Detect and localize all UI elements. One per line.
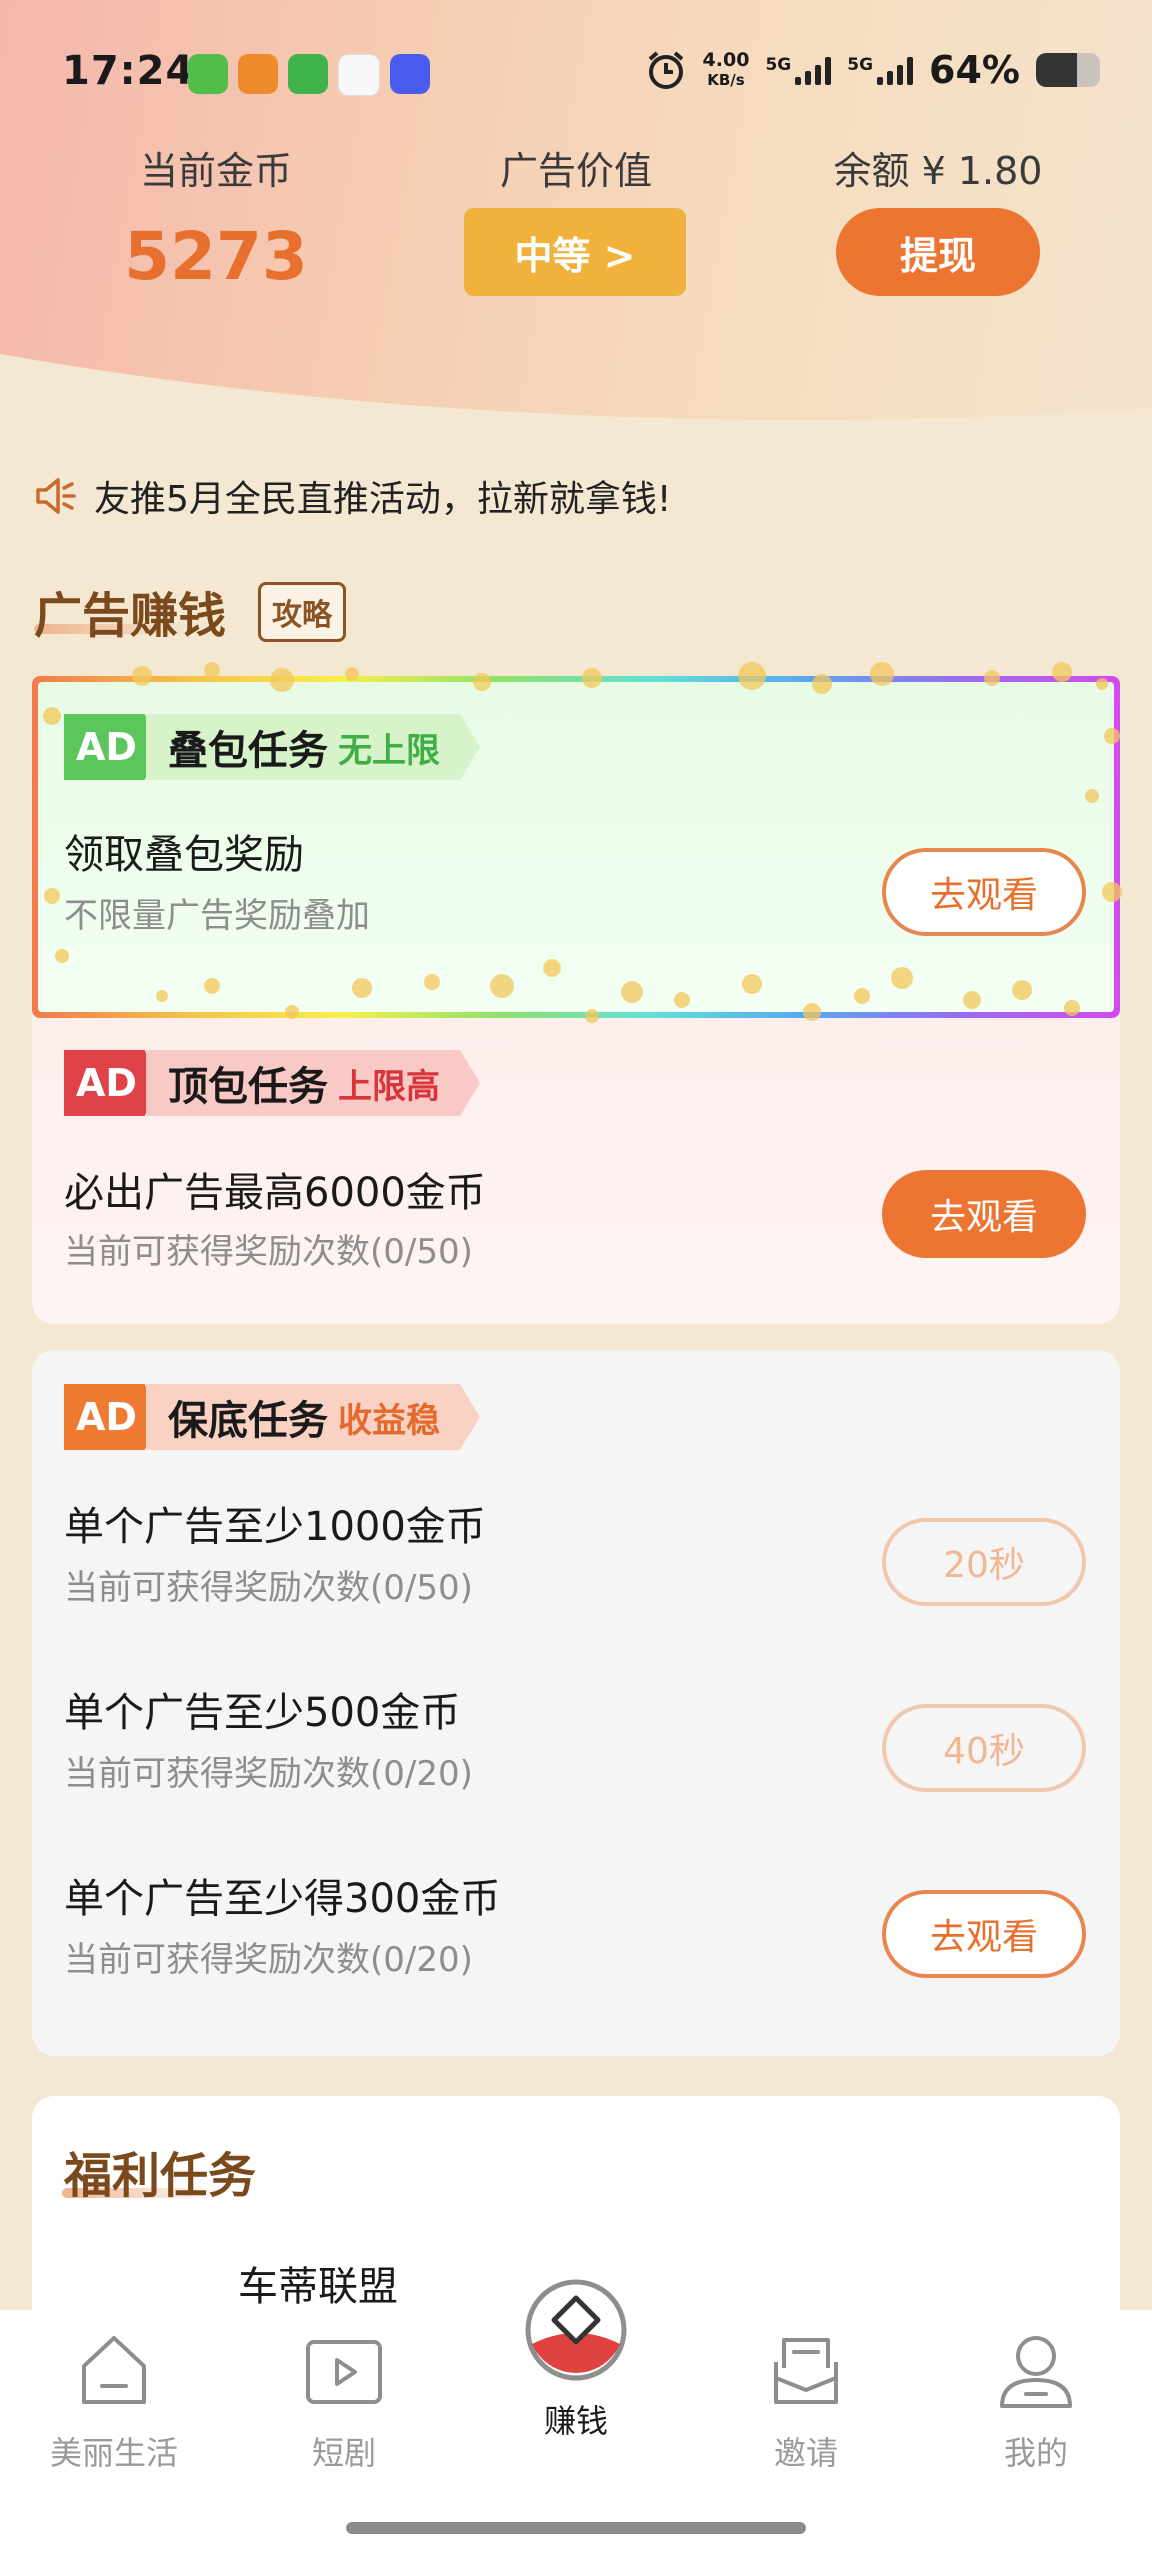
nav-label: 短剧 xyxy=(311,2434,376,2472)
base-task-name: 保底任务 xyxy=(168,1398,328,1444)
base-task-item-title: 单个广告至少500金币 xyxy=(64,1690,461,1736)
nav-label: 我的 xyxy=(1003,2434,1068,2472)
base-task-item-subtitle: 当前可获得奖励次数(0/50) xyxy=(64,1568,473,1608)
top-task-tag: AD 顶包任务 上限高 xyxy=(64,1050,480,1116)
base-task-band: 保底任务 收益稳 xyxy=(146,1384,480,1450)
welfare-section-title: 福利任务 xyxy=(64,2148,257,2204)
announcement-bar[interactable]: 友推5月全民直推活动，拉新就拿钱! xyxy=(34,470,671,522)
nav-item-earn[interactable]: 赚钱 xyxy=(486,2278,666,2442)
ad-chip: AD xyxy=(64,714,160,780)
signal-2: 5G xyxy=(847,55,914,85)
top-task-tag-label: 上限高 xyxy=(338,1066,440,1107)
play-icon xyxy=(306,2340,382,2404)
balance-label: 余额 ¥ 1.80 xyxy=(833,149,1043,193)
nav-item-home[interactable]: 美丽生活 xyxy=(24,2316,204,2474)
qq-icon xyxy=(338,54,380,96)
notification-app-icons xyxy=(188,54,430,96)
base-task-item-subtitle: 当前可获得奖励次数(0/20) xyxy=(64,1940,473,1980)
cleaner2-icon xyxy=(288,54,328,94)
stack-task-name: 叠包任务 xyxy=(168,728,328,774)
megaphone-icon xyxy=(36,478,76,514)
battery-percent: 64% xyxy=(929,48,1020,92)
signal-1: 5G xyxy=(765,55,832,85)
coins-label: 当前金币 xyxy=(139,149,292,193)
stack-task-subtitle: 不限量广告奖励叠加 xyxy=(64,896,370,936)
tips-badge[interactable]: 攻略 xyxy=(258,582,346,642)
base-task-tag: AD 保底任务 收益稳 xyxy=(64,1384,480,1450)
alarm-icon xyxy=(648,51,683,89)
stack-task-title: 领取叠包奖励 xyxy=(64,832,304,878)
profile-icon xyxy=(1000,2336,1072,2408)
base-task-watch-button[interactable]: 去观看 xyxy=(882,1890,1086,1978)
earn-icon xyxy=(525,2279,627,2381)
coins-value: 5273 xyxy=(124,218,308,295)
home-icon xyxy=(82,2336,146,2404)
nav-item-invite[interactable]: 邀请 xyxy=(716,2316,896,2474)
status-indicators: 4.00 KB/s 5G 5G 64% xyxy=(645,48,1100,92)
ad-value-button[interactable]: 中等 > xyxy=(464,208,686,296)
cleaner-icon xyxy=(188,54,228,94)
top-task-watch-button[interactable]: 去观看 xyxy=(882,1170,1086,1258)
ad-chip: AD xyxy=(64,1384,160,1450)
top-task-name: 顶包任务 xyxy=(168,1064,328,1110)
nav-label: 美丽生活 xyxy=(49,2434,178,2472)
apps-icon xyxy=(238,54,278,94)
nav-label: 赚钱 xyxy=(543,2402,608,2440)
stack-task-tag: AD 叠包任务 无上限 xyxy=(64,714,480,780)
top-task-band: 顶包任务 上限高 xyxy=(146,1050,480,1116)
withdraw-button[interactable]: 提现 xyxy=(836,208,1040,296)
announcement-text: 友推5月全民直推活动，拉新就拿钱! xyxy=(94,479,672,520)
top-task-subtitle: 当前可获得奖励次数(0/50) xyxy=(64,1232,473,1272)
stack-task-watch-button[interactable]: 去观看 xyxy=(882,848,1086,936)
base-task-item-title: 单个广告至少1000金币 xyxy=(64,1504,486,1550)
nav-item-profile[interactable]: 我的 xyxy=(946,2316,1126,2474)
status-time: 17:24 xyxy=(62,48,195,94)
stack-task-tag-label: 无上限 xyxy=(338,730,440,771)
base-task-item-title: 单个广告至少得300金币 xyxy=(64,1876,501,1922)
home-indicator[interactable] xyxy=(346,2522,806,2534)
base-task-item-subtitle: 当前可获得奖励次数(0/20) xyxy=(64,1754,473,1794)
ad-value-label: 广告价值 xyxy=(499,149,652,193)
countdown-button[interactable]: 20秒 xyxy=(882,1518,1086,1606)
ad-chip: AD xyxy=(64,1050,160,1116)
countdown-button[interactable]: 40秒 xyxy=(882,1704,1086,1792)
mail-icon xyxy=(774,2338,838,2404)
net-speed: 4.00 KB/s xyxy=(702,49,750,89)
base-task-tag-label: 收益稳 xyxy=(338,1400,440,1441)
battery-icon xyxy=(1036,53,1100,87)
ad-section-title: 广告赚钱 xyxy=(34,588,227,644)
stack-task-band: 叠包任务 无上限 xyxy=(146,714,480,780)
welfare-item-peek: 车蒂联盟 xyxy=(238,2264,398,2310)
nav-item-drama[interactable]: 短剧 xyxy=(254,2316,434,2474)
top-task-title: 必出广告最高6000金币 xyxy=(64,1170,486,1216)
vivo-icon xyxy=(390,54,430,94)
nav-label: 邀请 xyxy=(773,2434,838,2472)
